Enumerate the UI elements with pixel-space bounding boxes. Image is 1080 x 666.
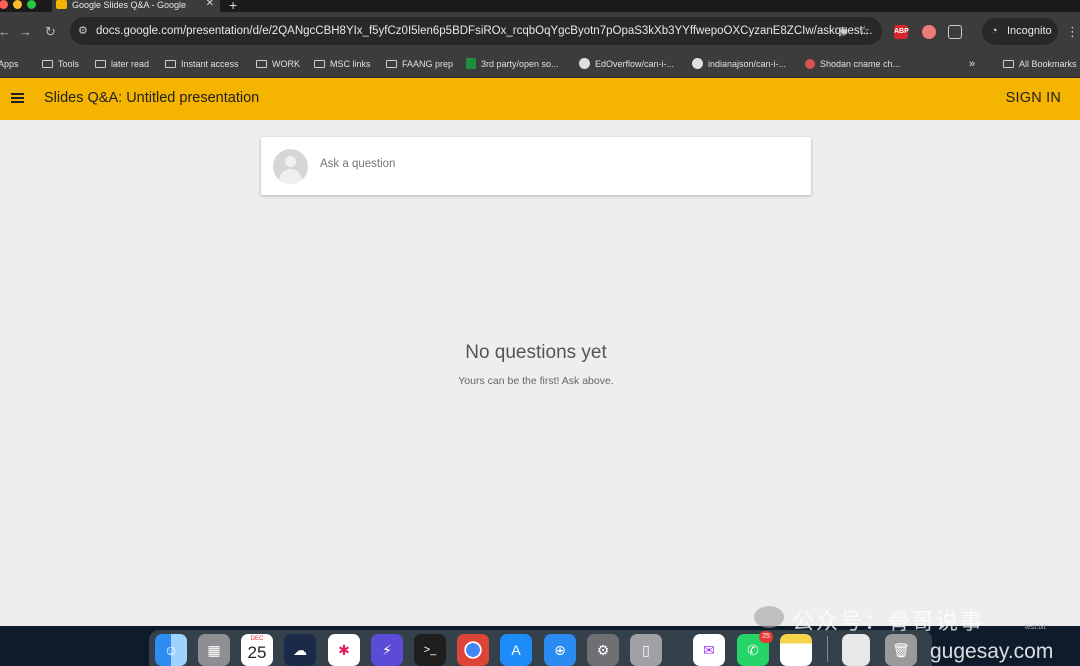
eye-slash-icon[interactable]: ◉ [838,17,848,45]
folder-icon [42,60,53,68]
slides-favicon-icon [56,0,67,9]
bookmark-msc-links[interactable]: MSC links [314,58,371,70]
messenger-icon[interactable]: ✉ [693,634,725,666]
bookmark-work[interactable]: WORK [256,58,300,70]
hamburger-menu-icon[interactable] [11,93,24,103]
bookmark-label: later read [111,59,150,69]
system-settings-icon[interactable]: ⚙ [587,634,619,666]
watermark-site: gugesay.com [930,640,1054,663]
address-bar[interactable]: ⚙ docs.google.com/presentation/d/e/2QANg… [70,17,882,45]
adblock-icon[interactable]: ABP [894,25,909,39]
browser-tabstrip: Google Slides Q&A - Google ✕ + [0,0,1080,13]
bookmark-label: EdOverflow/can-i-... [595,59,675,69]
bookmark-label: Tools [58,59,80,69]
github-icon [692,58,703,69]
github-icon [579,58,590,69]
bookmarks-overflow-icon[interactable]: » [969,58,975,70]
back-arrow-icon[interactable]: ← [0,24,11,39]
bookmark-label: All Bookmarks [1019,59,1077,69]
bookmarks-bar: Apps Tools later read Instant access WOR… [0,52,1080,78]
bookmark-tools[interactable]: Tools [42,58,79,70]
folder-icon [314,60,325,68]
avatar-icon [273,149,308,184]
bolt-app-icon[interactable]: ⚡ [371,634,403,666]
extension-icon[interactable] [922,25,936,39]
close-window-button[interactable] [0,0,8,9]
safari-icon[interactable]: ⊕ [544,634,576,666]
bookmark-indianajson[interactable]: indianajson/can-i-... [692,58,786,70]
browser-tab[interactable]: Google Slides Q&A - Google ✕ [52,0,220,12]
url-text: docs.google.com/presentation/d/e/2QANgcC… [96,25,873,37]
shodan-icon [805,59,815,69]
bookmark-label: 3rd party/open so... [481,59,559,69]
calendar-icon[interactable]: DEC 25 [241,634,273,666]
chrome-icon[interactable] [457,634,489,666]
puzzle-icon[interactable] [948,25,962,39]
folder-icon [1003,60,1014,68]
bookmark-edoverflow[interactable]: EdOverflow/can-i-... [579,58,674,70]
folder-icon [165,60,176,68]
finder-icon[interactable]: ☺ [155,634,187,666]
page-title: Slides Q&A: Untitled presentation [44,90,260,106]
bookmark-later-read[interactable]: later read [95,58,149,70]
bookmark-3rd-party[interactable]: 3rd party/open so... [466,58,559,70]
bookmark-faang-prep[interactable]: FAANG prep [386,58,453,70]
sheets-icon [466,58,476,69]
bookmark-star-icon[interactable]: ☆ [858,17,870,45]
empty-state-title: No questions yet [465,342,607,363]
terminal-icon[interactable]: >_ [414,634,446,666]
folder-icon [256,60,267,68]
bookmark-label: FAANG prep [402,59,454,69]
tab-close-icon[interactable]: ✕ [206,0,214,9]
app-store-icon[interactable]: A [500,634,532,666]
dock-separator [827,636,828,662]
incognito-label: Incognito [1007,25,1052,37]
bookmark-label: indianajson/can-i-... [708,59,787,69]
launchpad-icon[interactable]: ▦ [198,634,230,666]
app-header: Slides Q&A: Untitled presentation SIGN I… [0,78,1080,120]
cloud-app-icon[interactable]: ☁ [284,634,316,666]
minimize-window-button[interactable] [13,0,22,9]
trash-icon[interactable]: 🗑 [885,634,917,666]
bookmark-label: Instant access [181,59,239,69]
incognito-indicator[interactable]: ◔ Incognito [982,18,1058,45]
reload-icon[interactable]: ↻ [45,24,56,40]
bookmark-apps[interactable]: Apps [0,58,19,70]
browser-toolbar: ← → ↻ ⚙ docs.google.com/presentation/d/e… [0,12,1080,52]
bookmark-instant-access[interactable]: Instant access [165,58,239,70]
tab-title: Google Slides Q&A - Google [72,0,187,10]
text-file-icon[interactable] [842,634,870,666]
incognito-icon: ◔ [991,25,998,37]
file-label: test.txt [1025,624,1046,631]
bookmark-label: WORK [272,59,300,69]
ask-question-card[interactable] [261,137,811,195]
site-info-icon[interactable]: ⚙ [78,17,88,45]
notes-icon[interactable] [780,634,812,666]
bookmark-all-bookmarks[interactable]: All Bookmarks [1003,58,1077,70]
watermark-text: 公众号：骨哥说事 [792,609,985,634]
bookmark-label: Shodan cname ch... [820,59,901,69]
main-content: No questions yet Yours can be the first!… [0,120,1080,626]
folder-icon [95,60,106,68]
calendar-day: 25 [247,643,267,662]
iphone-mirroring-icon[interactable]: ▯ [630,634,662,666]
forward-arrow-icon[interactable]: → [19,24,32,39]
bookmark-shodan[interactable]: Shodan cname ch... [805,58,900,70]
sign-in-button[interactable]: SIGN IN [1006,90,1061,106]
bookmark-label: MSC links [330,59,371,69]
more-menu-icon[interactable]: ⋮ [1066,24,1079,40]
empty-state-subtitle: Yours can be the first! Ask above. [458,375,614,387]
maximize-window-button[interactable] [27,0,36,9]
folder-icon [386,60,397,68]
slack-icon[interactable]: ✱ [328,634,360,666]
bookmark-label: Apps [0,59,19,69]
ask-question-input[interactable] [320,158,790,170]
